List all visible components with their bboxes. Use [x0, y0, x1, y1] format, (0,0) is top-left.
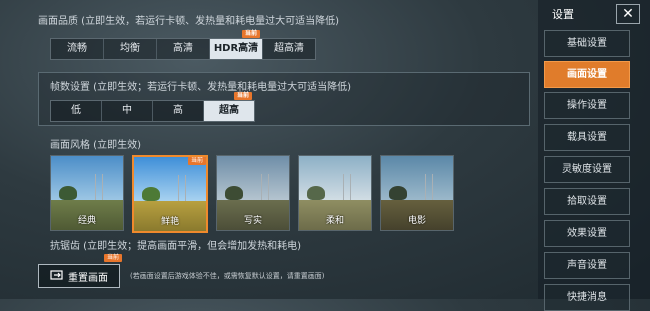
sidebar-item-audio[interactable]: 声音设置	[544, 252, 630, 279]
sidebar-item-controls[interactable]: 操作设置	[544, 92, 630, 119]
fps-option-ultra[interactable]: 超高 当前	[204, 92, 254, 121]
sidebar-item-quick-messages[interactable]: 快捷消息	[544, 284, 630, 311]
fps-label: 帧数设置 (立即生效；若运行卡顿、发热量和耗电量过大可适当降低)	[50, 82, 351, 93]
reset-graphics-button[interactable]: 重置画面	[38, 264, 120, 288]
reset-icon	[50, 269, 64, 284]
close-icon: ✕	[622, 6, 634, 22]
tower	[95, 174, 103, 201]
quality-option-uhd[interactable]: 超高清	[263, 39, 315, 59]
tree	[142, 187, 160, 202]
style-option-label: 经典	[77, 216, 96, 226]
tower	[261, 174, 269, 201]
fps-option-high[interactable]: 高	[153, 101, 204, 121]
sidebar-title: 设置	[552, 8, 574, 21]
sidebar-item-pickup[interactable]: 拾取设置	[544, 188, 630, 215]
quality-option-hd[interactable]: 高清	[157, 39, 210, 59]
sidebar-item-sensitivity[interactable]: 灵敏度设置	[544, 156, 630, 183]
settings-sidebar: 设置 ✕ 基础设置 画面设置 操作设置 载具设置 灵敏度设置 拾取设置 效果设置…	[538, 0, 650, 311]
sidebar-header: 设置 ✕	[544, 4, 644, 24]
quality-option-smooth[interactable]: 流畅	[51, 39, 104, 59]
quality-option-hdr[interactable]: HDR高清 当前	[210, 30, 263, 59]
style-options: 经典 当前 鲜艳 写实 柔和 电影	[50, 155, 454, 233]
style-option-label: 电影	[407, 216, 426, 226]
style-option-label: 写实	[243, 216, 262, 226]
tower	[178, 175, 186, 202]
reset-note: (若画面设置后游戏体验不佳，或需恢复默认设置，请重置画面)	[130, 272, 325, 280]
fps-option-low[interactable]: 低	[51, 101, 102, 121]
style-label: 画面风格 (立即生效)	[50, 140, 141, 151]
style-option-soft[interactable]: 柔和	[298, 155, 372, 231]
antialias-current-tag: 当前	[104, 254, 123, 262]
sidebar-item-effects[interactable]: 效果设置	[544, 220, 630, 247]
tree	[59, 186, 77, 201]
quality-option-hdr-label: HDR高清	[213, 43, 259, 54]
tree	[225, 186, 243, 201]
tower	[343, 174, 351, 201]
sidebar-item-vehicle[interactable]: 载具设置	[544, 124, 630, 151]
settings-panel: 画面品质 (立即生效，若运行卡顿、发热量和耗电量过大可适当降低) 流畅 均衡 高…	[0, 0, 538, 299]
quality-current-tag: 当前	[241, 30, 260, 38]
quality-label: 画面品质 (立即生效，若运行卡顿、发热量和耗电量过大可适当降低)	[38, 16, 339, 27]
style-option-cinematic[interactable]: 电影	[380, 155, 454, 231]
style-option-label: 鲜艳	[160, 217, 179, 227]
fps-option-medium[interactable]: 中	[102, 101, 153, 121]
fps-current-tag: 当前	[233, 92, 252, 100]
fps-option-ultra-label: 超高	[219, 105, 239, 116]
antialias-label: 抗锯齿 (立即生效；提高画面平滑，但会增加发热和耗电)	[50, 241, 301, 252]
style-option-vivid[interactable]: 当前 鲜艳	[132, 155, 208, 233]
reset-graphics-label: 重置画面	[68, 272, 108, 284]
sidebar-item-graphics[interactable]: 画面设置	[544, 61, 630, 88]
tree	[389, 186, 407, 201]
fps-segment: 低 中 高 超高 当前	[50, 92, 255, 122]
quality-option-balanced[interactable]: 均衡	[104, 39, 157, 59]
sidebar-item-basic[interactable]: 基础设置	[544, 30, 630, 57]
close-button[interactable]: ✕	[616, 4, 640, 24]
tower	[425, 174, 433, 201]
style-option-realistic[interactable]: 写实	[216, 155, 290, 231]
quality-segment: 流畅 均衡 高清 HDR高清 当前 超高清	[50, 30, 316, 60]
tree	[307, 186, 325, 201]
style-current-tag: 当前	[187, 157, 206, 165]
style-option-classic[interactable]: 经典	[50, 155, 124, 231]
style-option-label: 柔和	[325, 216, 344, 226]
